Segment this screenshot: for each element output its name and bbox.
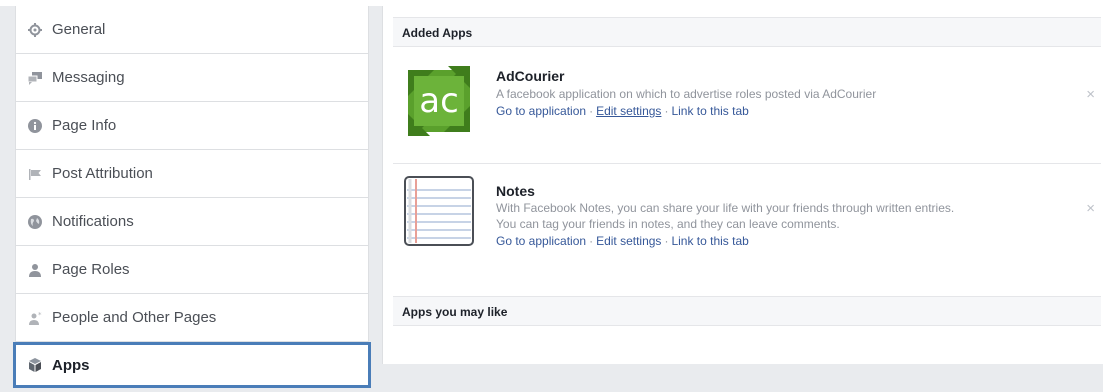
info-icon: [28, 118, 42, 133]
app-title[interactable]: Notes: [496, 183, 535, 199]
apps-you-may-like-header: Apps you may like: [393, 296, 1101, 326]
gear-icon: [28, 22, 42, 37]
sidebar-item-label: People and Other Pages: [52, 309, 217, 326]
sidebar-item-label: Page Roles: [52, 261, 130, 278]
edit-settings-link[interactable]: Edit settings: [596, 104, 661, 118]
adcourier-logo[interactable]: ac: [404, 66, 474, 136]
person-icon: [28, 263, 42, 277]
link-to-this-tab-link[interactable]: Link to this tab: [671, 234, 748, 248]
sidebar-item-label: General: [52, 21, 106, 38]
added-apps-header: Added Apps: [393, 17, 1101, 47]
app-row-notes: Notes With Facebook Notes, you can share…: [393, 164, 1101, 294]
sidebar-item-label: Post Attribution: [52, 165, 153, 182]
app-links: Go to application · Edit settings · Link to …: [496, 104, 749, 118]
cube-icon: [28, 358, 42, 372]
sidebar-item-label: Messaging: [52, 69, 125, 86]
remove-app-close-icon[interactable]: ×: [1086, 86, 1095, 103]
messaging-icon: [28, 71, 42, 85]
app-description: A facebook application on which to adver…: [496, 87, 877, 101]
sidebar-item-apps[interactable]: Apps: [13, 342, 371, 388]
adcourier-logo-text: ac: [419, 81, 459, 121]
remove-app-close-icon[interactable]: ×: [1086, 200, 1095, 217]
go-to-application-link[interactable]: Go to application: [496, 234, 586, 248]
svg-text:*: *: [38, 311, 42, 319]
sidebar-item-general[interactable]: General: [16, 6, 368, 54]
flag-icon: [28, 167, 42, 181]
sidebar-item-label: Apps: [52, 356, 90, 374]
settings-sidebar: General Messaging Page Info Post Attribu…: [13, 6, 371, 388]
go-to-application-link[interactable]: Go to application: [496, 104, 586, 118]
edit-settings-link[interactable]: Edit settings: [596, 234, 661, 248]
sidebar-item-people-and-other-pages[interactable]: * People and Other Pages: [16, 294, 368, 342]
sidebar-item-label: Page Info: [52, 117, 117, 134]
person-star-icon: *: [28, 311, 42, 325]
globe-icon: [28, 214, 42, 229]
app-description-line-2: You can tag your friends in notes, and t…: [496, 217, 840, 231]
app-links: Go to application · Edit settings · Link to …: [496, 234, 749, 248]
app-description-line-1: With Facebook Notes, you can share your …: [496, 201, 955, 215]
notes-logo[interactable]: [404, 176, 474, 246]
link-to-this-tab-link[interactable]: Link to this tab: [671, 104, 748, 118]
app-row-adcourier: ac AdCourier A facebook application on w…: [393, 58, 1101, 162]
sidebar-item-post-attribution[interactable]: Post Attribution: [16, 150, 368, 198]
sidebar-item-page-roles[interactable]: Page Roles: [16, 246, 368, 294]
sidebar-item-messaging[interactable]: Messaging: [16, 54, 368, 102]
sidebar-item-page-info[interactable]: Page Info: [16, 102, 368, 150]
apps-panel: Added Apps ac AdCourier A facebook appli…: [382, 6, 1103, 364]
sidebar-item-notifications[interactable]: Notifications: [16, 198, 368, 246]
app-title[interactable]: AdCourier: [496, 68, 564, 84]
sidebar-item-label: Notifications: [52, 213, 134, 230]
